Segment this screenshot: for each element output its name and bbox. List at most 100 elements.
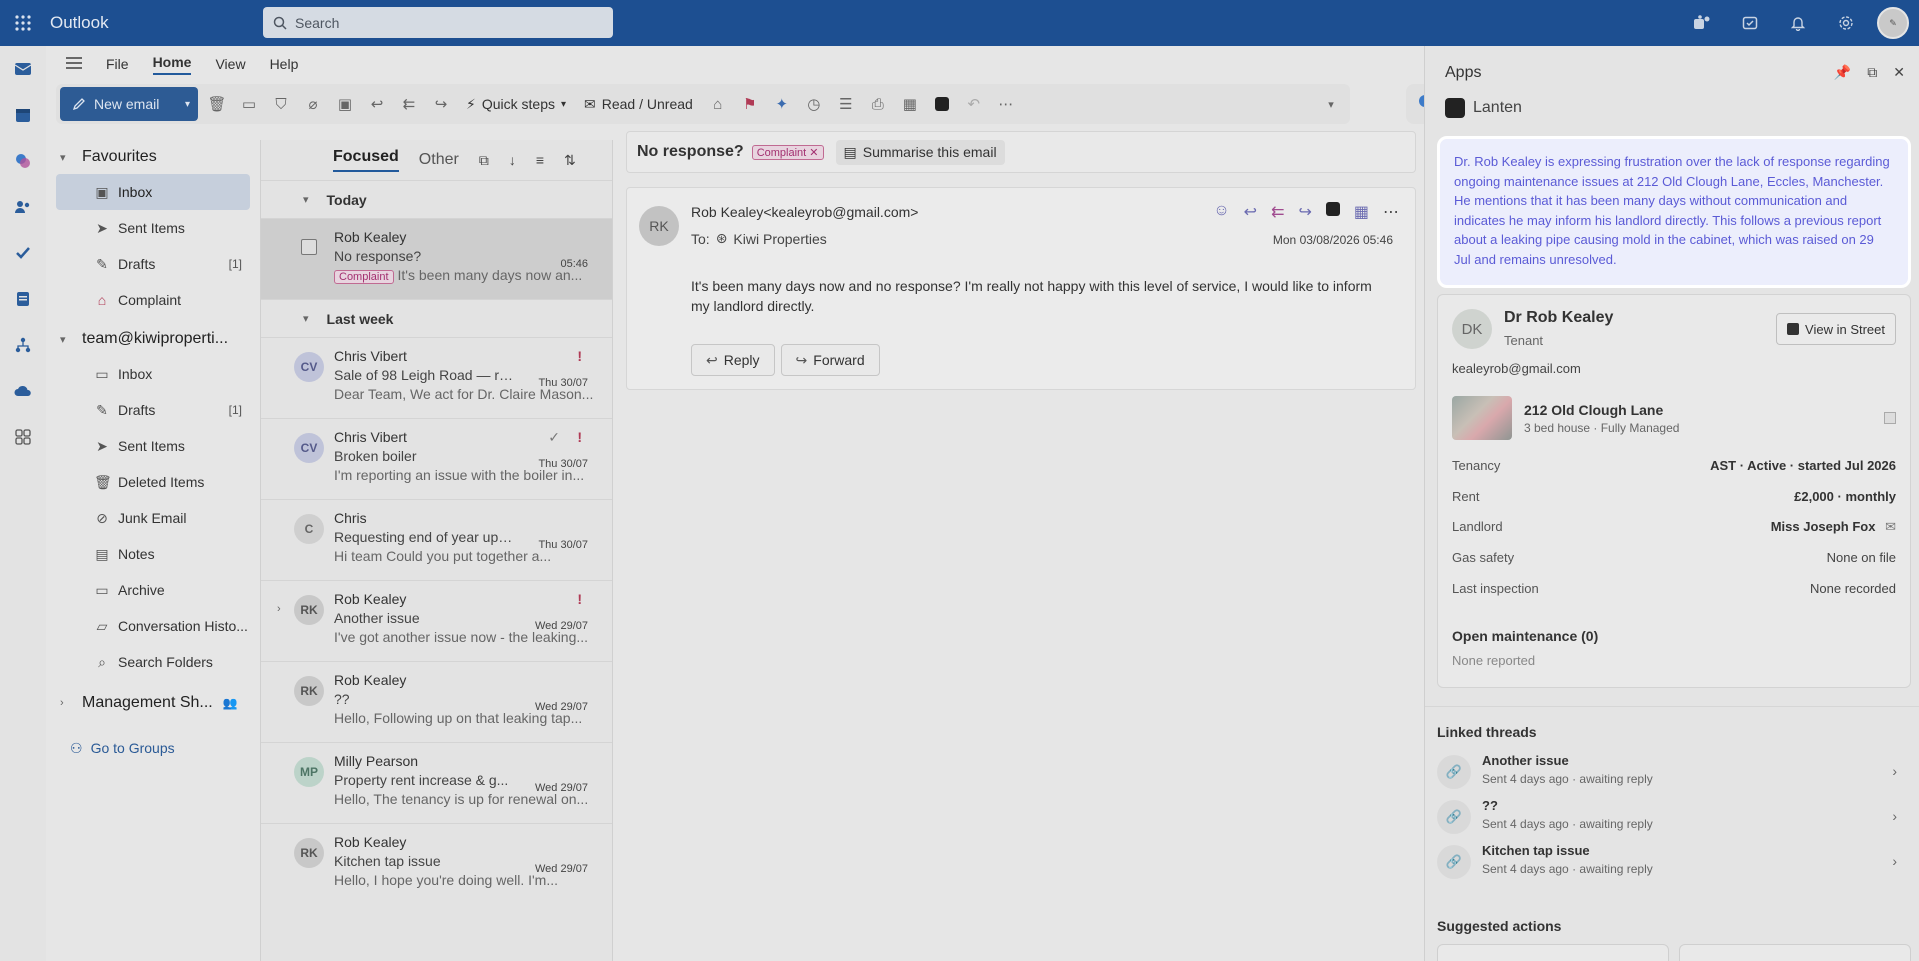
move-icon[interactable]: ▣ (332, 89, 358, 119)
tab-other[interactable]: Other (419, 151, 459, 169)
reply-all-icon[interactable]: ⇇ (396, 89, 422, 119)
external-link-icon[interactable] (1884, 412, 1896, 424)
reply-button[interactable]: ↩ Reply (691, 344, 775, 376)
apps-grid-icon[interactable]: ▦ (897, 89, 923, 119)
report-icon[interactable]: ⛉ (268, 89, 294, 119)
more-apps-icon[interactable] (0, 414, 46, 460)
tab-focused[interactable]: Focused (333, 148, 399, 172)
teams-icon[interactable] (1685, 6, 1719, 40)
folder-junk[interactable]: ⊘ Junk Email (56, 500, 250, 536)
tab-home[interactable]: Home (152, 54, 192, 75)
chevron-right-icon[interactable]: › (277, 603, 281, 615)
tab-file[interactable]: File (106, 56, 129, 72)
linked-thread-item[interactable]: 🔗 Another issue Sent 4 days ago · awaiting… (1437, 751, 1911, 795)
apps-grid-icon[interactable]: ▦ (1354, 202, 1369, 222)
list-item[interactable]: MP Milly Pearson Property rent increase & … (261, 742, 612, 823)
undo-icon[interactable]: ↶ (961, 89, 987, 119)
tag-icon[interactable]: ⌂ (705, 89, 731, 119)
bell-icon[interactable] (1781, 6, 1815, 40)
forward-icon[interactable]: ↪ (428, 89, 454, 119)
print-icon[interactable]: ⎙ (865, 89, 891, 119)
linked-thread-item[interactable]: 🔗 Kitchen tap issue Sent 4 days ago · awai… (1437, 841, 1911, 885)
calendar-app-icon[interactable] (0, 92, 46, 138)
mail-app-icon[interactable] (0, 46, 46, 92)
todo-icon[interactable] (1733, 6, 1767, 40)
select-checkbox[interactable] (301, 239, 317, 255)
tab-view[interactable]: View (215, 56, 245, 72)
folder-fav-sent[interactable]: ➤ Sent Items (56, 210, 250, 246)
hamburger-icon[interactable] (66, 56, 82, 72)
flag-icon[interactable]: ⚑ (737, 89, 763, 119)
property-row[interactable]: 212 Old Clough Lane 3 bed house · Fully … (1452, 395, 1896, 441)
email-to[interactable]: Kiwi Properties (733, 231, 826, 247)
reply-all-icon[interactable]: ⇇ (1271, 202, 1284, 222)
flag-icon[interactable]: ! (577, 348, 582, 364)
onedrive-app-icon[interactable] (0, 368, 46, 414)
tab-help[interactable]: Help (270, 56, 299, 72)
go-to-groups-link[interactable]: ⚇ Go to Groups (46, 730, 260, 766)
new-email-dropdown-icon[interactable]: ▾ (185, 99, 190, 110)
folder-fav-drafts[interactable]: ✎ Drafts [1] (56, 246, 250, 282)
suggested-action-button[interactable] (1679, 944, 1911, 961)
reply-icon[interactable]: ↩ (364, 89, 390, 119)
folder-conversation-history[interactable]: ▱ Conversation Histo... (56, 608, 250, 644)
suggested-action-button[interactable] (1437, 944, 1669, 961)
todo-app-icon[interactable] (0, 230, 46, 276)
folder-archive[interactable]: ▭ Archive (56, 572, 250, 608)
group-last-week[interactable]: ▾ Last week (261, 299, 612, 337)
folder-sent[interactable]: ➤ Sent Items (56, 428, 250, 464)
archive-icon[interactable]: ▭ (236, 89, 262, 119)
copilot-app-icon[interactable] (0, 138, 46, 184)
list-item[interactable]: RK Rob Kealey?? Wed 29/07 Hello, Following … (261, 661, 612, 742)
more-options-icon[interactable]: ⋯ (1383, 202, 1399, 222)
account-avatar[interactable]: ✎ (1877, 7, 1909, 39)
filter-icon[interactable]: ≡ (536, 152, 544, 168)
read-unread-button[interactable]: ✉ Read / Unread (578, 96, 699, 113)
mail-icon[interactable]: ✉ (1885, 519, 1896, 534)
lanten-icon[interactable] (929, 89, 955, 119)
pin-icon[interactable]: ✦ (769, 89, 795, 119)
close-icon[interactable]: ✕ (1893, 64, 1905, 81)
favourites-header[interactable]: ▾ Favourites (46, 140, 260, 174)
linked-thread-item[interactable]: 🔗?? Sent 4 days ago · awaiting reply › (1437, 796, 1911, 840)
list-item-selected[interactable]: Rob Kealey No response? 05:46 Complaint I… (261, 218, 612, 299)
quick-steps-button[interactable]: ⚡ Quick steps ▾ (460, 96, 572, 113)
list-item[interactable]: C Chris Requesting end of year upd... Thu 3… (261, 499, 612, 580)
flag-icon[interactable]: ! (577, 591, 582, 607)
flag-icon[interactable]: ! (577, 429, 582, 445)
gear-icon[interactable] (1829, 6, 1863, 40)
group-today[interactable]: ▾ Today (261, 180, 612, 218)
word-app-icon[interactable] (0, 276, 46, 322)
more-options-icon[interactable]: ⋯ (993, 89, 1019, 119)
list-item[interactable]: RK Rob Kealey Kitchen tap issue Wed 29/07 He… (261, 823, 612, 904)
org-app-icon[interactable] (0, 322, 46, 368)
folder-fav-inbox[interactable]: ▣ Inbox (56, 174, 250, 210)
folder-inbox[interactable]: ▭ Inbox (56, 356, 250, 392)
list-item[interactable]: RK Rob Kealey Another issue Wed 29/07 I've g… (261, 580, 612, 661)
delete-icon[interactable]: 🗑 (204, 89, 230, 119)
snooze-icon[interactable]: ◷ (801, 89, 827, 119)
select-icon[interactable]: ⧉ (479, 152, 489, 169)
sort-icon[interactable]: ⇅ (564, 152, 576, 169)
summarise-button[interactable]: ▤ Summarise this email (835, 139, 1005, 165)
app-launcher-icon[interactable] (0, 0, 46, 46)
folder-drafts[interactable]: ✎ Drafts [1] (56, 392, 250, 428)
new-email-button[interactable]: New email ▾ (60, 87, 198, 121)
complaint-tag[interactable]: Complaint ✕ (751, 144, 824, 160)
reply-icon[interactable]: ↩ (1244, 202, 1257, 222)
popout-icon[interactable]: ⧉ (1867, 64, 1877, 81)
folder-search-folders[interactable]: ⌕ Search Folders (56, 644, 250, 680)
sweep-icon[interactable]: ⌀ (300, 89, 326, 119)
view-in-street-button[interactable]: View in Street (1776, 313, 1896, 345)
tenant-email[interactable]: kealeyrob@gmail.com (1452, 361, 1581, 376)
forward-icon[interactable]: ↪ (1298, 202, 1311, 222)
folder-deleted[interactable]: 🗑 Deleted Items (56, 464, 250, 500)
list-item[interactable]: CV Chris Vibert Broken boiler Thu 30/07 I'm … (261, 418, 612, 499)
jump-icon[interactable]: ↓ (509, 152, 516, 168)
search-input[interactable]: Search (263, 7, 613, 38)
lanten-icon[interactable] (1325, 202, 1340, 222)
email-from[interactable]: Rob Kealey<kealeyrob@gmail.com> (691, 204, 918, 220)
forward-button[interactable]: ↪ Forward (780, 344, 880, 376)
emoji-icon[interactable]: ☺ (1213, 202, 1229, 222)
management-header[interactable]: › Management Sh... 👥 (46, 686, 260, 720)
